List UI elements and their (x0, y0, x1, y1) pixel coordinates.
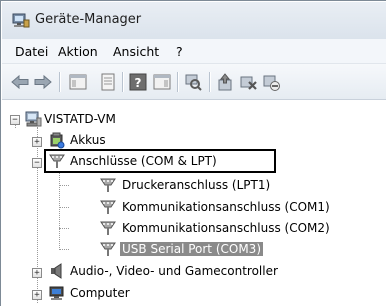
computer-icon (48, 284, 66, 302)
port-icon (99, 176, 117, 194)
menu-datei[interactable]: Datei (15, 44, 48, 59)
update-driver-icon[interactable] (215, 72, 235, 92)
toolbar-separator (177, 72, 178, 92)
properties-icon[interactable] (98, 72, 118, 92)
expand-akkus-button[interactable]: + (32, 137, 42, 147)
port-icon (99, 240, 117, 258)
highlight-box (44, 149, 276, 173)
port-icon (99, 198, 117, 216)
expand-audio-button[interactable]: + (32, 268, 42, 278)
tree-node-com2[interactable]: Kommunikationsanschluss (COM2) (122, 221, 330, 235)
tree-guide (59, 228, 69, 229)
back-arrow-icon[interactable] (10, 72, 30, 92)
forward-arrow-icon[interactable] (33, 72, 53, 92)
tree-guide (59, 185, 69, 186)
toolbar-separator (122, 72, 123, 92)
device-tree: − VISTATD-VM + Akkus − Anschlüsse (COM &… (2, 100, 386, 308)
tree-node-akkus[interactable]: Akkus (70, 133, 106, 147)
menu-aktion[interactable]: Aktion (58, 44, 98, 59)
toolbar-separator (209, 72, 210, 92)
port-icon (99, 219, 117, 237)
toolbar-separator (59, 72, 60, 92)
menu-ansicht[interactable]: Ansicht (113, 44, 159, 59)
help-icon[interactable]: ? (128, 72, 148, 92)
tree-node-root[interactable]: VISTATD-VM (44, 112, 116, 126)
expand-computer-button[interactable]: + (32, 290, 42, 300)
tree-guide (59, 207, 69, 208)
device-manager-window: Geräte-Manager Datei Aktion Ansicht ? ? (0, 0, 386, 308)
action-pane-icon[interactable] (152, 72, 172, 92)
collapse-anschluesse-button[interactable]: − (32, 158, 42, 168)
tree-node-audio[interactable]: Audio-, Video- und Gamecontroller (70, 264, 278, 278)
scan-hardware-icon[interactable] (183, 72, 203, 92)
menu-bar: Datei Aktion Ansicht ? (2, 39, 386, 64)
svg-text:?: ? (135, 76, 142, 90)
battery-icon (48, 131, 66, 149)
show-hide-console-tree-icon[interactable] (68, 72, 88, 92)
tree-node-com1[interactable]: Kommunikationsanschluss (COM1) (122, 200, 330, 214)
tree-guide (59, 172, 60, 250)
collapse-root-button[interactable]: − (10, 115, 20, 125)
device-manager-icon (12, 13, 30, 29)
menu-help[interactable]: ? (176, 44, 183, 59)
toolbar: ? (2, 64, 386, 100)
tree-node-computer[interactable]: Computer (70, 286, 130, 300)
window-title: Geräte-Manager (35, 12, 142, 27)
tree-guide (59, 249, 69, 250)
title-bar[interactable]: Geräte-Manager (2, 2, 386, 39)
tree-node-com3-selected[interactable]: USB Serial Port (COM3) (120, 242, 263, 256)
uninstall-icon[interactable] (238, 72, 258, 92)
tree-node-lpt1[interactable]: Druckeranschluss (LPT1) (122, 178, 270, 192)
disable-device-icon[interactable] (261, 72, 281, 92)
computer-icon (24, 110, 42, 128)
speaker-icon (48, 262, 66, 280)
